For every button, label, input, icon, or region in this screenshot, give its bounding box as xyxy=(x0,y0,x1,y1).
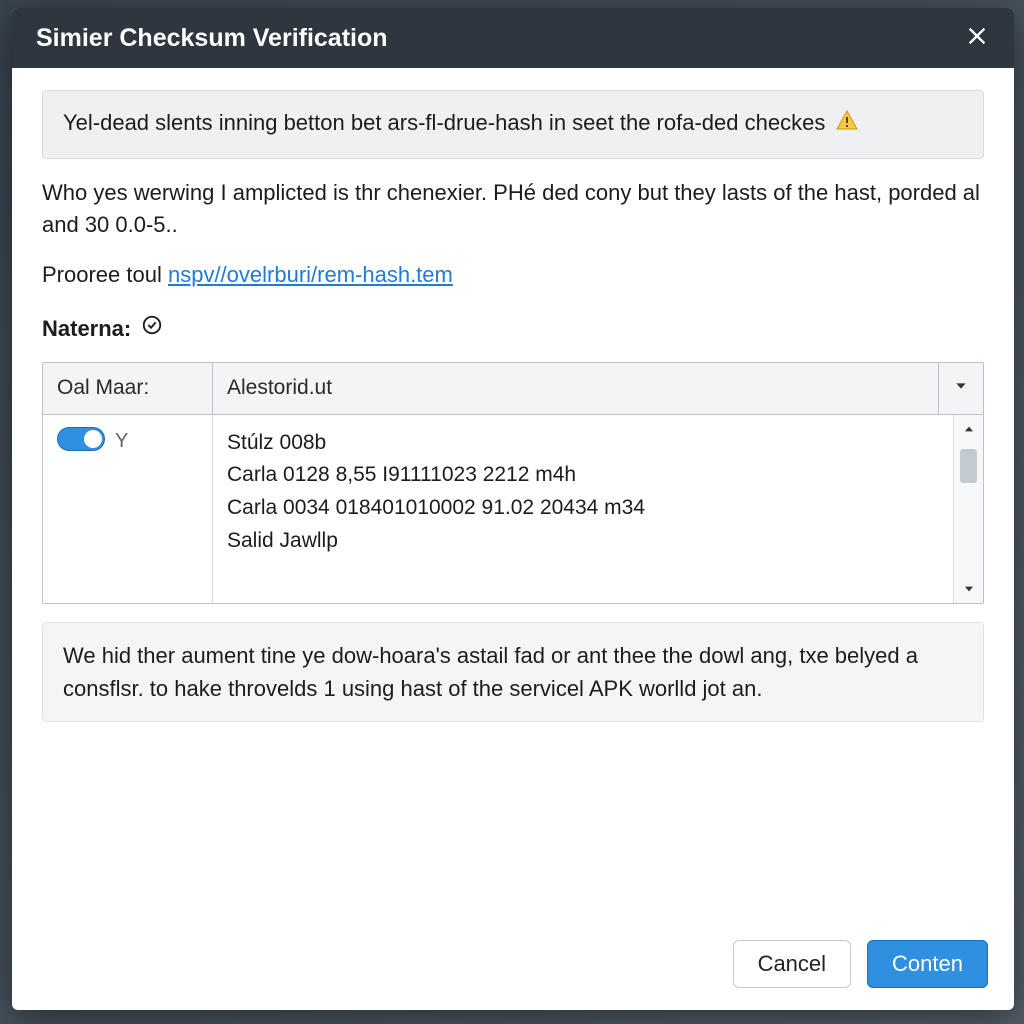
info-box: We hid ther aument tine ye dow-hoara's a… xyxy=(42,622,984,722)
chevron-down-icon xyxy=(962,573,976,604)
section-label: Naterna: xyxy=(42,313,984,345)
section-label-text: Naterna: xyxy=(42,313,131,345)
table-cell-toggle: Y xyxy=(43,415,213,603)
link-prefix: Prooree toul xyxy=(42,262,168,287)
scroll-thumb[interactable] xyxy=(960,449,977,483)
table-cell-hashes: Stúlz 008b Carla 0128 8,55 I91111023 221… xyxy=(213,415,953,603)
chevron-down-icon xyxy=(953,373,969,403)
dialog-title: Simier Checksum Verification xyxy=(36,24,960,53)
table-header-dropdown[interactable] xyxy=(939,363,983,413)
source-link[interactable]: nspv//ovelrburi/rem-hash.tem xyxy=(168,262,453,287)
warning-icon xyxy=(835,109,859,142)
scroll-down-button[interactable] xyxy=(954,575,983,603)
row-toggle[interactable] xyxy=(57,427,105,451)
check-circle-icon xyxy=(141,313,163,345)
table-body: Y Stúlz 008b Carla 0128 8,55 I91111023 2… xyxy=(43,415,983,603)
close-icon xyxy=(966,25,988,52)
dialog-footer: Cancel Conten xyxy=(12,924,1014,1010)
cancel-button[interactable]: Cancel xyxy=(733,940,851,988)
description-text: Who yes werwing I amplicted is thr chene… xyxy=(42,177,984,241)
dialog-backdrop: Simier Checksum Verification Yel-dead sl… xyxy=(0,0,1024,1024)
dialog-body: Yel-dead slents inning betton bet ars-fl… xyxy=(12,68,1014,924)
table-scrollbar[interactable] xyxy=(953,415,983,603)
close-button[interactable] xyxy=(960,21,994,55)
checksum-dialog: Simier Checksum Verification Yel-dead sl… xyxy=(12,8,1014,1010)
hash-line: Carla 0034 018401010002 91.02 20434 m34 xyxy=(227,492,939,525)
link-row: Prooree toul nspv//ovelrburi/rem-hash.te… xyxy=(42,259,984,291)
scroll-up-button[interactable] xyxy=(954,415,983,443)
table-header-row: Oal Maar: Alestorid.ut xyxy=(43,363,983,414)
warning-alert: Yel-dead slents inning betton bet ars-fl… xyxy=(42,90,984,159)
table-header-col2: Alestorid.ut xyxy=(213,363,939,413)
continue-button[interactable]: Conten xyxy=(867,940,988,988)
hash-line: Stúlz 008b xyxy=(227,427,939,460)
chevron-up-icon xyxy=(962,413,976,445)
hash-line: Carla 0128 8,55 I91111023 2212 m4h xyxy=(227,459,939,492)
toggle-label: Y xyxy=(115,427,128,456)
scroll-track[interactable] xyxy=(954,443,983,575)
warning-text: Yel-dead slents inning betton bet ars-fl… xyxy=(63,110,825,135)
dialog-titlebar: Simier Checksum Verification xyxy=(12,8,1014,68)
table-header-col1: Oal Maar: xyxy=(43,363,213,413)
results-table: Oal Maar: Alestorid.ut Y Stúlz 008b xyxy=(42,362,984,603)
hash-line: Salid Jawllp xyxy=(227,525,939,558)
